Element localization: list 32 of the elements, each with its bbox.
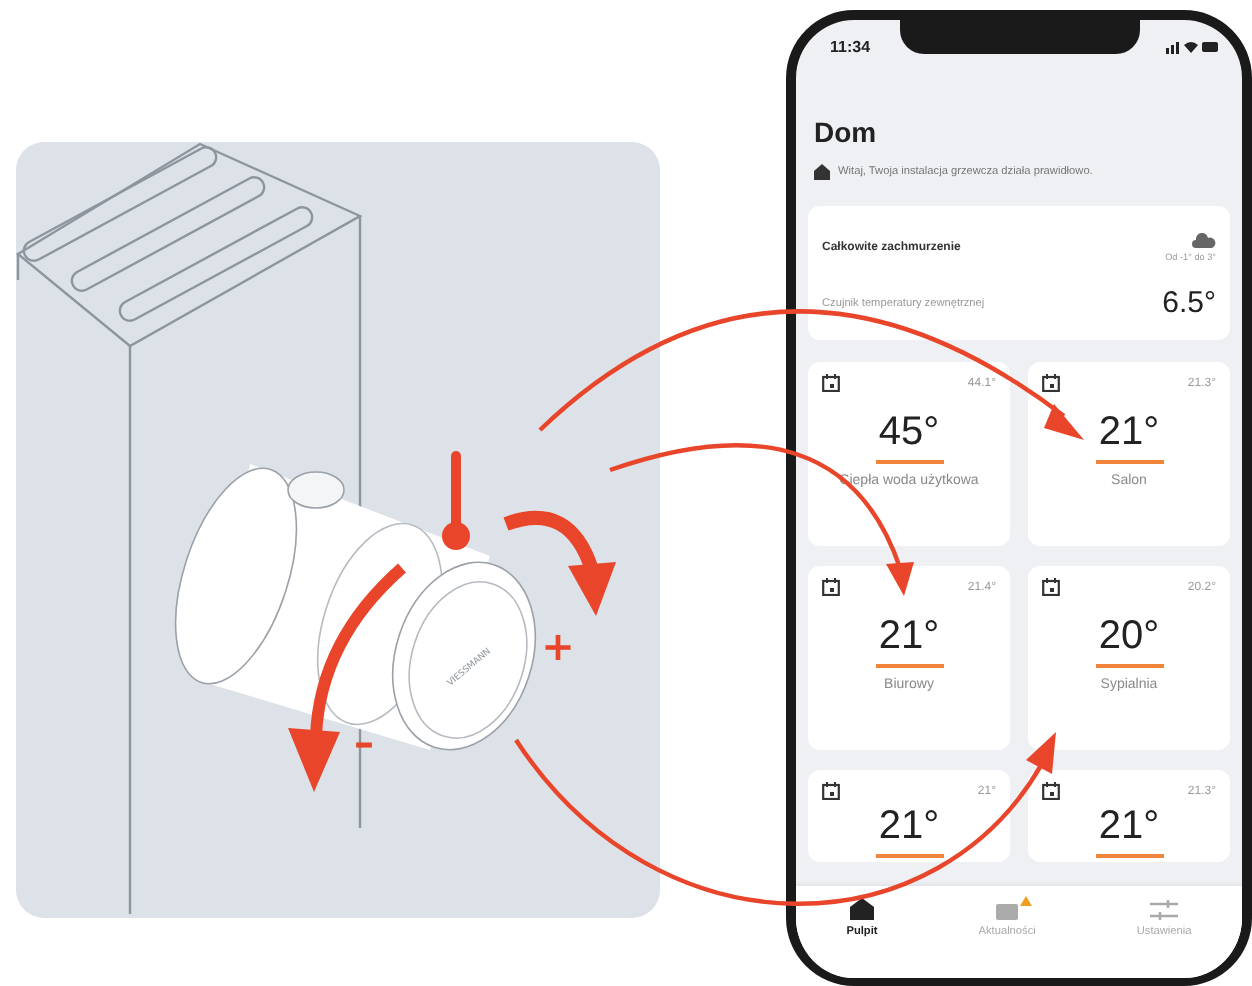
- setpoint-temperature: 21°: [1098, 804, 1160, 850]
- setpoint-underline: [1095, 854, 1163, 858]
- setpoint-underline: [1095, 664, 1163, 668]
- setpoint-temperature: 45°: [878, 410, 940, 456]
- clockwise-arrow: [503, 510, 616, 616]
- calendar-icon: [1042, 578, 1060, 596]
- newspaper-icon: [996, 904, 1019, 920]
- setpoint-underline: [1095, 460, 1163, 464]
- warning-badge-icon: [1020, 896, 1033, 906]
- calendar-icon: [1042, 374, 1060, 392]
- status-icons: [1166, 39, 1218, 53]
- setpoint-underline: [875, 460, 943, 464]
- setpoint-underline: [875, 664, 943, 668]
- setpoint-temperature: 21°: [878, 804, 940, 850]
- setpoint-temperature: 21°: [878, 614, 940, 660]
- calendar-icon: [1042, 782, 1060, 800]
- setpoint-underline: [875, 854, 943, 858]
- house-icon: [850, 898, 874, 920]
- setpoint-temperature: 21°: [1098, 410, 1160, 456]
- plus-sign: +: [541, 622, 575, 670]
- calendar-icon: [822, 374, 840, 392]
- status-time: 11:34: [830, 37, 871, 55]
- outdoor-temperature: 6.5°: [1162, 286, 1216, 320]
- setpoint-temperature: 20°: [1098, 614, 1160, 660]
- position-marker-icon: [442, 451, 470, 550]
- sliders-icon: [1150, 900, 1179, 920]
- cloud-icon: [1192, 232, 1216, 248]
- page-title: Dom: [814, 116, 879, 148]
- calendar-icon: [822, 578, 840, 596]
- calendar-icon: [822, 782, 840, 800]
- minus-sign: –: [354, 718, 374, 766]
- house-icon: [814, 164, 830, 180]
